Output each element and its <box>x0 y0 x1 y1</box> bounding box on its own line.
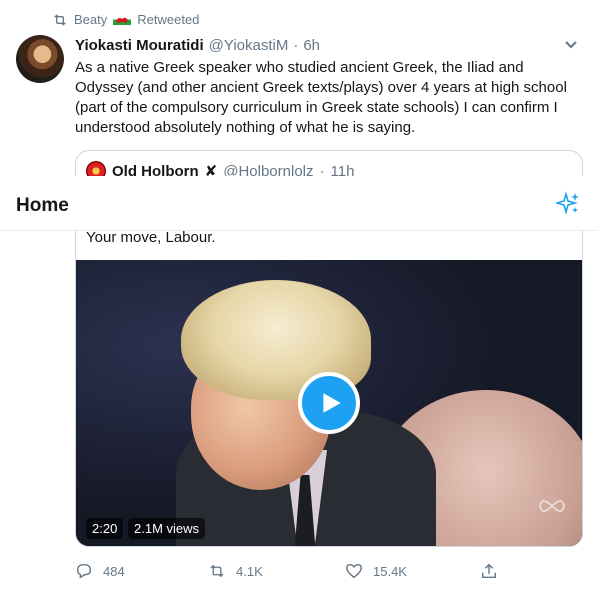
broadcaster-logo-icon <box>538 500 566 512</box>
play-button[interactable] <box>298 372 360 434</box>
video-views: 2.1M views <box>128 518 206 539</box>
retweet-count: 4.1K <box>236 563 263 579</box>
retweeter-name[interactable]: Beaty <box>74 12 107 27</box>
retweeted-label: Retweeted <box>137 12 200 27</box>
author-handle[interactable]: @YiokastiM <box>209 37 289 54</box>
play-icon <box>323 393 341 413</box>
retweet-context: Beaty Retweeted <box>52 12 199 27</box>
chevron-down-icon[interactable] <box>564 38 578 52</box>
wales-flag-icon <box>113 14 132 25</box>
tweet-text: As a native Greek speaker who studied an… <box>75 59 567 136</box>
home-header: Home <box>0 176 598 231</box>
retweet-action[interactable]: 4.1K <box>208 562 263 580</box>
author-name[interactable]: Yiokasti Mouratidi <box>75 37 204 54</box>
video-player[interactable]: 2:20 2.1M views <box>76 260 582 546</box>
reply-count: 484 <box>103 563 125 579</box>
tweet-time[interactable]: 6h <box>303 37 320 54</box>
reply-icon <box>76 563 92 579</box>
avatar[interactable] <box>16 35 64 83</box>
like-count: 15.4K <box>373 563 407 579</box>
retweet-icon <box>210 564 224 578</box>
reply-action[interactable]: 484 <box>75 562 125 580</box>
separator-dot: · <box>293 37 299 54</box>
share-action[interactable] <box>480 562 498 580</box>
sparkle-icon[interactable] <box>556 191 580 215</box>
heart-icon <box>346 563 362 579</box>
retweet-icon <box>54 13 66 26</box>
like-action[interactable]: 15.4K <box>345 562 407 580</box>
action-bar: 484 4.1K 15.4K <box>75 562 575 582</box>
video-duration: 2:20 <box>86 518 124 539</box>
share-icon <box>481 563 497 579</box>
tweet-header: Yiokasti Mouratidi @YiokastiM · 6h <box>75 37 320 54</box>
home-title: Home <box>16 195 69 216</box>
quoted-text: Your move, Labour. <box>86 229 216 246</box>
